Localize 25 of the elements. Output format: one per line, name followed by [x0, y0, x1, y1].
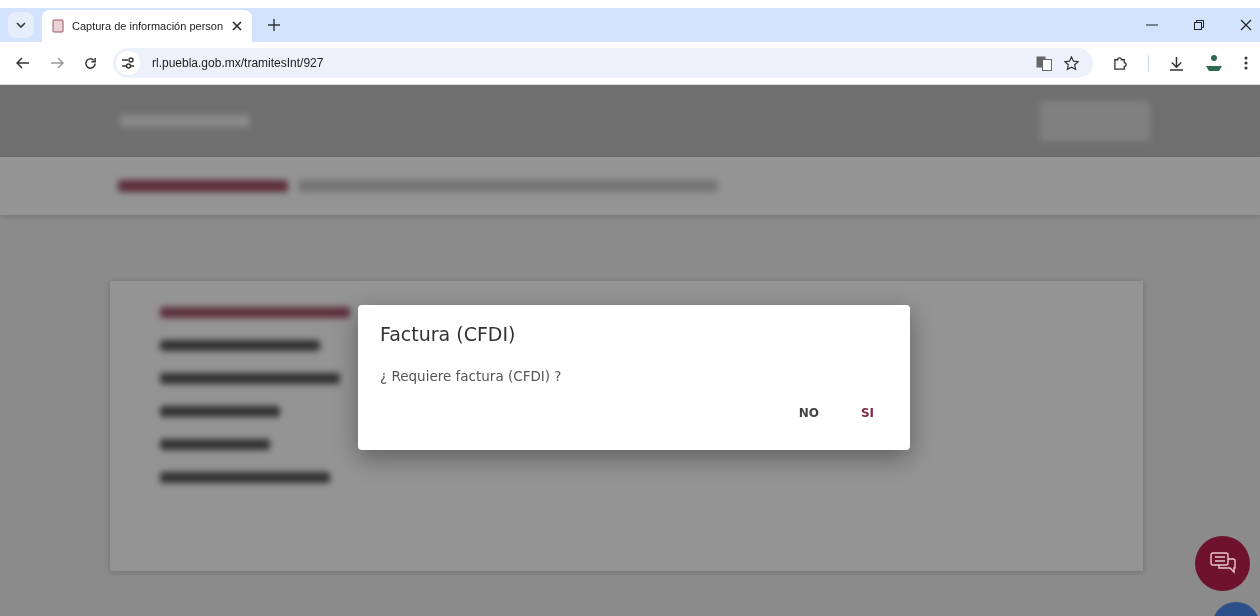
address-bar[interactable]: rl.puebla.gob.mx/tramitesInt/927 [113, 48, 1093, 78]
site-settings-icon[interactable] [121, 57, 135, 69]
profile-avatar-icon[interactable] [1204, 53, 1224, 73]
more-options-icon[interactable] [1244, 56, 1248, 70]
puzzle-piece-icon[interactable] [1113, 55, 1128, 71]
chat-bubbles-icon [1209, 551, 1236, 576]
url-text: rl.puebla.gob.mx/tramitesInt/927 [152, 56, 324, 70]
new-tab-icon[interactable] [268, 19, 280, 31]
browser-tab[interactable]: Captura de información person [42, 10, 252, 42]
star-icon[interactable] [1064, 55, 1079, 71]
tab-title: Captura de información person [72, 20, 224, 32]
site-favicon-icon [52, 19, 64, 33]
dialog-title: Factura (CFDI) [380, 323, 517, 345]
dialog-message: ¿ Requiere factura (CFDI) ? [380, 368, 563, 384]
reload-icon[interactable] [84, 56, 97, 70]
forward-icon[interactable] [50, 57, 64, 69]
chevron-down-icon [16, 22, 26, 28]
download-icon[interactable] [1169, 55, 1184, 71]
tab-list-button[interactable] [8, 12, 34, 38]
close-icon[interactable] [232, 21, 242, 31]
chat-button[interactable] [1195, 536, 1250, 591]
back-icon[interactable] [16, 57, 30, 69]
translate-icon[interactable] [1036, 55, 1052, 71]
restore-icon[interactable] [1194, 20, 1204, 30]
close-window-icon[interactable] [1240, 19, 1252, 31]
